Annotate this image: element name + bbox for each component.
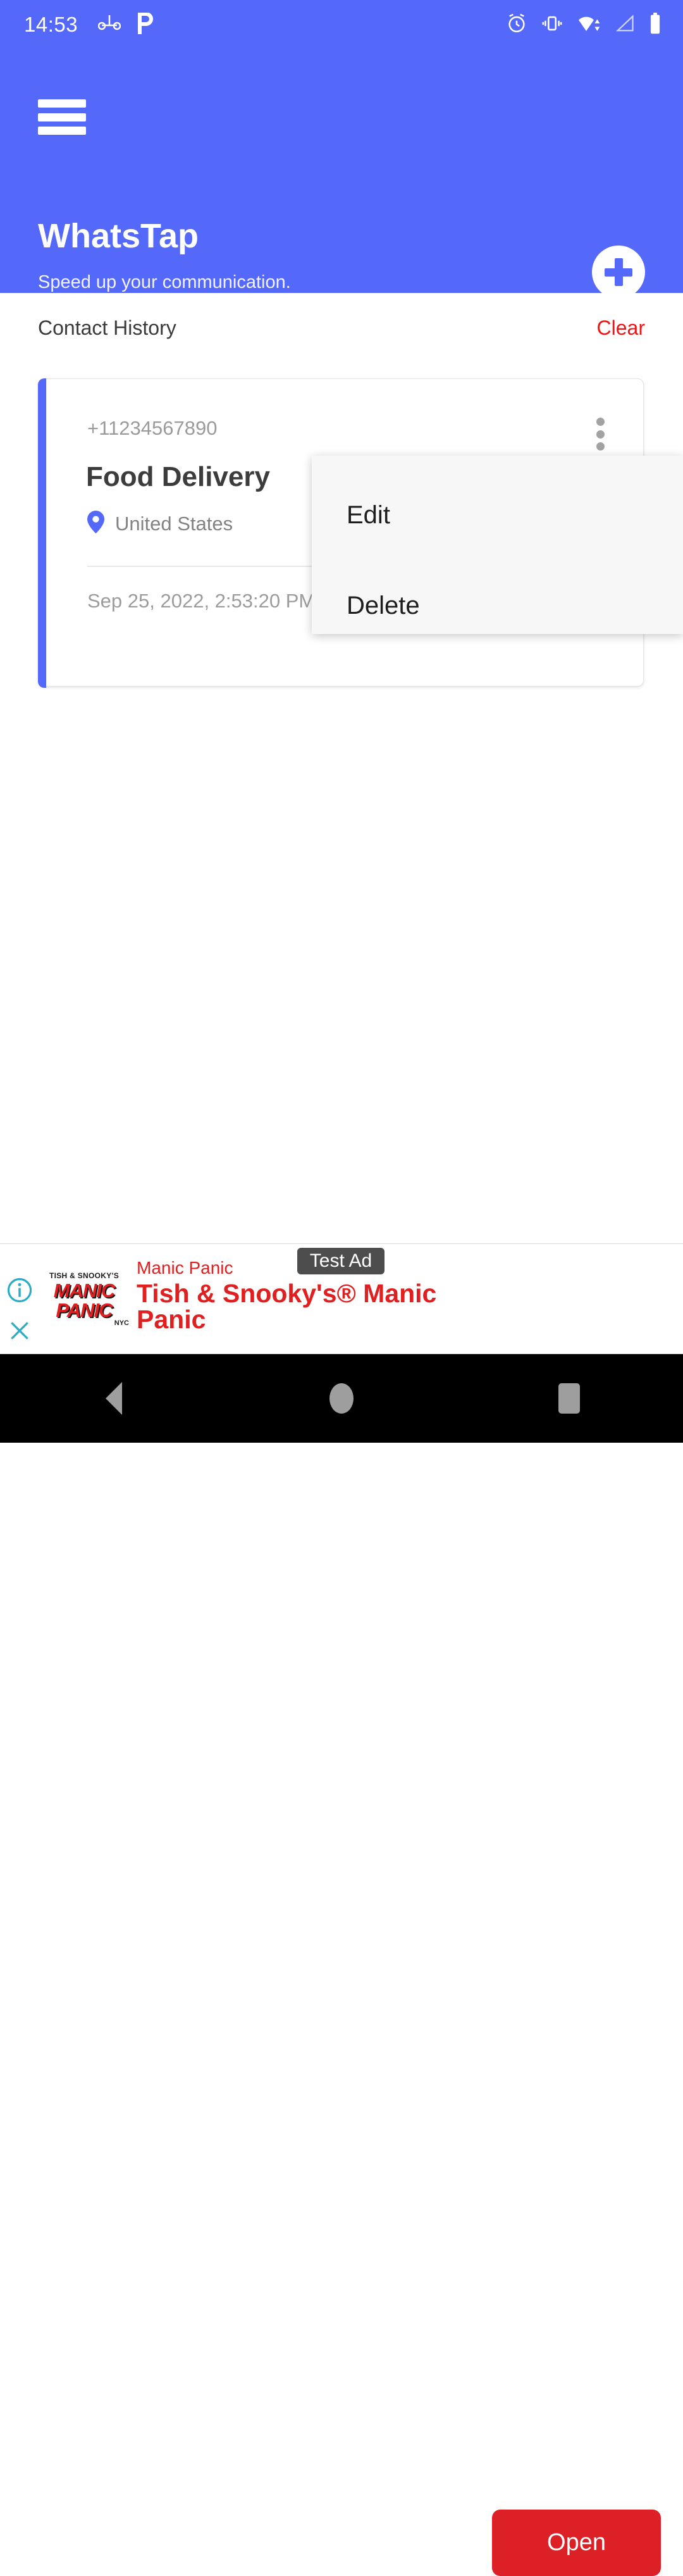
recents-square-icon[interactable] <box>531 1354 607 1443</box>
app-header: WhatsTap Speed up your communication. <box>0 49 683 299</box>
add-contact-fab[interactable] <box>592 246 645 299</box>
hamburger-bar <box>38 99 86 108</box>
close-icon[interactable] <box>8 1319 32 1346</box>
hamburger-menu-icon[interactable] <box>38 97 86 137</box>
context-menu[interactable]: Edit Delete <box>312 456 683 634</box>
plus-icon <box>614 258 623 286</box>
status-bar: 14:53 <box>0 0 683 49</box>
back-triangle-icon[interactable] <box>76 1354 152 1443</box>
cell-signal-icon <box>615 14 635 36</box>
content-area: Contact History Clear +11234567890 Food … <box>0 293 683 1243</box>
headset-icon <box>97 14 121 36</box>
app-subtitle: Speed up your communication. <box>38 272 291 292</box>
vibrate-icon <box>541 13 563 37</box>
alarm-clock-icon <box>506 13 527 37</box>
more-vertical-icon-dot <box>596 430 605 439</box>
status-right-icons <box>506 0 661 49</box>
recents-glyph <box>558 1383 580 1414</box>
hamburger-bar <box>38 113 86 121</box>
ad-advertiser: Manic Panic <box>137 1258 233 1278</box>
hamburger-bar <box>38 127 86 135</box>
ad-test-badge: Test Ad <box>297 1248 385 1274</box>
ad-logo-line1: MANIC <box>53 1279 116 1302</box>
status-left-icons <box>97 11 154 37</box>
menu-item-delete[interactable]: Delete <box>347 592 420 620</box>
contact-phone: +11234567890 <box>87 417 218 439</box>
card-overflow-menu-button[interactable] <box>588 416 613 452</box>
wifi-icon <box>577 13 601 37</box>
p-app-icon <box>137 11 154 37</box>
ad-open-button[interactable]: Open <box>492 2510 661 2576</box>
info-icon[interactable] <box>6 1277 33 1307</box>
ad-logo-nyc: NYC <box>114 1319 129 1327</box>
status-clock: 14:53 <box>24 13 78 36</box>
contact-name: Food Delivery <box>86 461 270 492</box>
home-glyph <box>329 1383 354 1414</box>
more-vertical-icon-dot <box>596 418 605 426</box>
clear-button[interactable]: Clear <box>597 316 645 340</box>
page-title: Contact History <box>38 316 176 339</box>
ad-logo-line2: PANIC <box>56 1298 113 1321</box>
home-circle-icon[interactable] <box>304 1354 379 1443</box>
contact-location: United States <box>87 511 233 537</box>
app-title: WhatsTap <box>38 217 199 255</box>
ad-logo: TISH & SNOOKY'S MANIC PANIC NYC <box>37 1271 132 1327</box>
menu-item-edit[interactable]: Edit <box>347 501 390 530</box>
ad-headline: Tish & Snooky's® Manic Panic <box>137 1279 437 1334</box>
location-pin-icon <box>87 511 104 537</box>
battery-icon <box>649 12 661 37</box>
android-nav-bar <box>0 1354 683 1443</box>
card-accent-bar <box>38 378 46 688</box>
back-glyph <box>106 1382 122 1415</box>
contact-history-header: Contact History Clear <box>0 293 683 363</box>
contact-timestamp: Sep 25, 2022, 2:53:20 PM <box>87 590 316 612</box>
more-vertical-icon-dot <box>596 442 605 451</box>
ad-logo-top: TISH & SNOOKY'S <box>49 1271 120 1280</box>
contact-location-label: United States <box>115 512 233 535</box>
